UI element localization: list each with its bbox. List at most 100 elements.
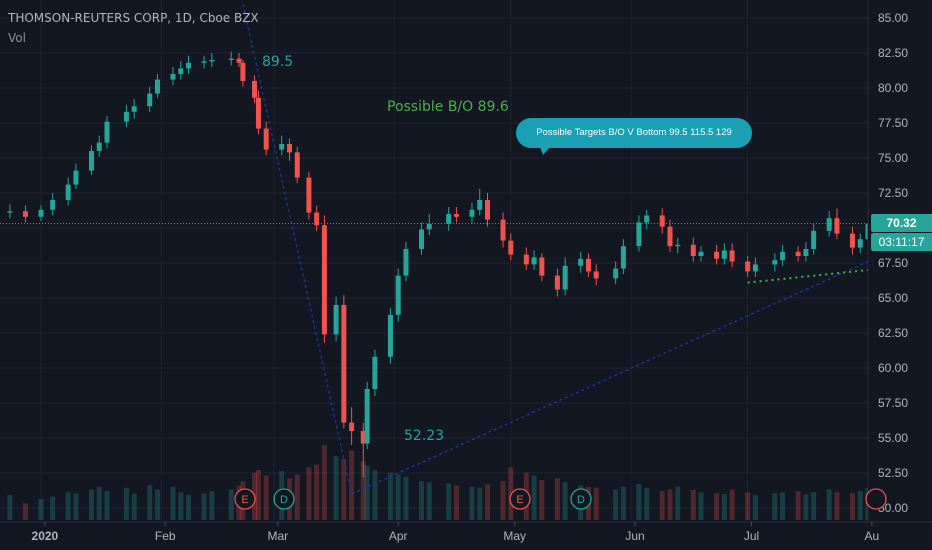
volume-bar <box>209 491 215 520</box>
candle-body <box>803 249 809 256</box>
candle-body <box>485 200 491 220</box>
candle-body <box>154 79 160 94</box>
candle-body <box>667 226 673 247</box>
volume-bar <box>500 481 506 520</box>
candle-body <box>96 142 102 151</box>
breakout-annotation: Possible B/O 89.6 <box>387 99 509 115</box>
volume-bar <box>593 487 599 520</box>
targets-callout: Possible Targets B/O V Bottom 99.5 115.5… <box>516 118 752 155</box>
candle-body <box>73 170 79 185</box>
y-tick-label: 75.00 <box>878 151 908 165</box>
volume-bar <box>131 493 137 520</box>
candle-body <box>469 209 475 217</box>
volume-bar <box>372 470 378 520</box>
volume-bar <box>613 489 619 520</box>
volume-bar <box>65 492 71 520</box>
volume-bar <box>306 467 312 520</box>
volume-bar <box>675 486 681 520</box>
candle-body <box>636 222 642 247</box>
y-tick-label: 62.50 <box>878 326 908 340</box>
volume-bar <box>7 495 13 520</box>
x-tick-label: Au <box>865 529 880 543</box>
y-tick-label: 67.50 <box>878 256 908 270</box>
x-tick-label: May <box>503 529 526 543</box>
volume-bar <box>745 492 751 520</box>
volume-bar <box>453 485 459 520</box>
candle-body <box>314 212 320 226</box>
candle-body <box>780 251 786 261</box>
x-tick-label: Jul <box>744 529 759 543</box>
symbol-title: THOMSON-REUTERS CORP, 1D, Cboe BZX <box>8 11 259 25</box>
volume-bar <box>88 489 94 520</box>
x-tick-label: Mar <box>268 529 289 543</box>
y-tick-label: 85.00 <box>878 11 908 25</box>
volume-bar <box>667 489 673 520</box>
volume-bar <box>562 482 568 520</box>
candle-body <box>857 239 863 248</box>
volume-bar <box>255 470 261 520</box>
candle-body <box>263 128 269 150</box>
volume-bar <box>170 486 176 520</box>
candle-body <box>795 251 801 256</box>
volume-bar <box>395 474 401 520</box>
volume-bar <box>263 475 269 520</box>
volume-bar <box>752 495 758 520</box>
volume-bar <box>721 493 727 520</box>
candle-body <box>147 93 153 107</box>
volume-bar <box>539 480 545 520</box>
candle-body <box>849 233 855 248</box>
y-tick-label: 82.50 <box>878 46 908 60</box>
y-tick-label: 52.50 <box>878 466 908 480</box>
chart-canvas[interactable]: 50.0052.5055.0057.5060.0062.5065.0067.50… <box>0 0 932 550</box>
candle-body <box>286 144 292 153</box>
candle-body <box>523 254 529 265</box>
support-trendline <box>747 269 869 284</box>
candle-body <box>585 258 591 272</box>
candle-body <box>50 200 56 210</box>
volume-bar <box>123 487 129 520</box>
candle-body <box>123 111 129 122</box>
volume-bar <box>201 493 207 520</box>
y-tick-label: 65.00 <box>878 291 908 305</box>
volume-bar <box>834 492 840 520</box>
candle-body <box>554 275 560 290</box>
y-tick-label: 55.00 <box>878 431 908 445</box>
candle-body <box>500 219 506 241</box>
volume-bar <box>178 492 184 520</box>
y-tick-label: 57.50 <box>878 396 908 410</box>
candle-body <box>644 215 650 223</box>
volume-bar <box>636 483 642 520</box>
chart-container[interactable]: 50.00 52.50 55.00 57.50 60.00 62.50 65.00 67.50… <box>0 0 932 550</box>
candle-body <box>752 264 758 272</box>
low-annotation: 52.23 <box>404 428 445 444</box>
volume-bar <box>811 492 817 520</box>
volume-bar <box>780 492 786 520</box>
volume-bar <box>690 490 696 520</box>
volume-bar <box>477 487 483 520</box>
candle-body <box>306 177 312 213</box>
volume-label: Vol <box>8 31 26 45</box>
candle-body <box>88 151 94 171</box>
high-annotation: 89.5 <box>262 54 294 70</box>
candle-body <box>531 257 537 265</box>
trendline <box>351 261 869 495</box>
candle-body <box>446 214 452 224</box>
y-tick-label: 77.50 <box>878 116 908 130</box>
x-tick-label: Apr <box>389 529 408 543</box>
volume-bar <box>73 493 79 520</box>
volume-bar <box>644 487 650 520</box>
chart-header: THOMSON-REUTERS CORP, 1D, Cboe BZX Vol <box>8 8 259 48</box>
candle-body <box>729 250 735 262</box>
volume-bar <box>426 482 432 520</box>
candle-body <box>593 271 599 279</box>
candle-body <box>209 60 215 62</box>
x-tick-label: 2020 <box>32 529 59 543</box>
candle-body <box>826 218 832 231</box>
candle-body <box>426 223 432 230</box>
candle-body <box>675 244 681 247</box>
volume-bar <box>826 489 832 520</box>
candle-body <box>698 251 704 256</box>
candle-body <box>201 61 207 63</box>
y-tick-label: 60.00 <box>878 361 908 375</box>
volume-bar <box>698 492 704 520</box>
